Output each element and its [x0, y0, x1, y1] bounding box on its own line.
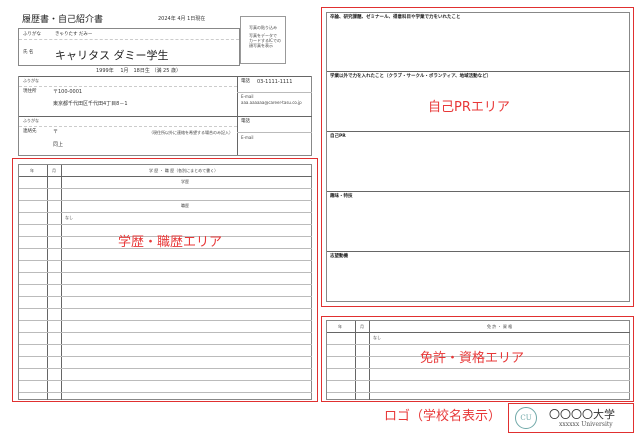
name-furigana: きゃりたす だみー — [55, 32, 93, 37]
phone-label: 電話 — [241, 79, 250, 84]
university-english-name: xxxxxx University — [559, 421, 613, 428]
logo-box: CU 〇〇〇〇大学 xxxxxx University — [508, 403, 634, 433]
current-address-label: 現住所 — [23, 89, 37, 94]
postal-code: 〒100-0001 — [53, 89, 83, 95]
contact-furigana-label: ふりがな — [23, 118, 39, 123]
name-block: ふりがな きゃりたす だみー 氏 名 キャリタス ダミー学生 — [18, 28, 240, 66]
photo-note-1: 写真の貼り込み — [249, 25, 277, 30]
birth-line: 1999年 1月 18日生 （満 25 歳） — [96, 68, 181, 74]
phone-number: 03-1111-1111 — [257, 79, 293, 85]
date-line: 2024年 4月 1日現在 — [158, 16, 206, 22]
name-label: 氏 名 — [23, 50, 34, 55]
contact-postal: 〒 — [53, 129, 59, 135]
history-area-label: 学歴・職歴エリア — [118, 235, 223, 250]
photo-box: 写真の貼り込み 写真をデータで カードするICでの 顔写真を表示 — [240, 16, 286, 64]
contact-same: 同上 — [53, 142, 64, 148]
contact-phone-label: 電話 — [241, 119, 250, 124]
logo-area-label: ロゴ（学校名表示） — [384, 409, 502, 424]
university-emblem: CU — [515, 407, 537, 429]
contact-label: 連絡先 — [23, 129, 37, 134]
photo-note-4: 顔写真を表示 — [249, 43, 273, 48]
applicant-name: キャリタス ダミー学生 — [55, 49, 169, 62]
contact-note: （現住所以外に連絡を希望する場合のみ記入） — [149, 130, 233, 135]
address-text: 東京都千代田区千代田4丁目8－1 — [53, 101, 128, 107]
contact-email-label: E-mail — [241, 135, 254, 140]
email-label: E-mail — [241, 94, 254, 99]
address-block: ふりがな 現住所 〒100-0001 東京都千代田区千代田4丁目8－1 電話 0… — [18, 76, 312, 156]
document-title: 履歴書・自己紹介書 — [22, 15, 104, 25]
pr-area-frame — [321, 7, 634, 307]
pr-area-label: 自己PRエリア — [428, 100, 510, 115]
license-area-label: 免許・資格エリア — [420, 351, 525, 366]
email-address: aaa.aaaaaa@career-tasu.co.jp — [241, 100, 302, 105]
address-furigana-label: ふりがな — [23, 78, 39, 83]
university-emblem-text: CU — [520, 414, 532, 422]
university-name: 〇〇〇〇大学 — [549, 408, 615, 421]
history-area-frame — [12, 158, 318, 402]
name-furigana-label: ふりがな — [23, 32, 41, 37]
